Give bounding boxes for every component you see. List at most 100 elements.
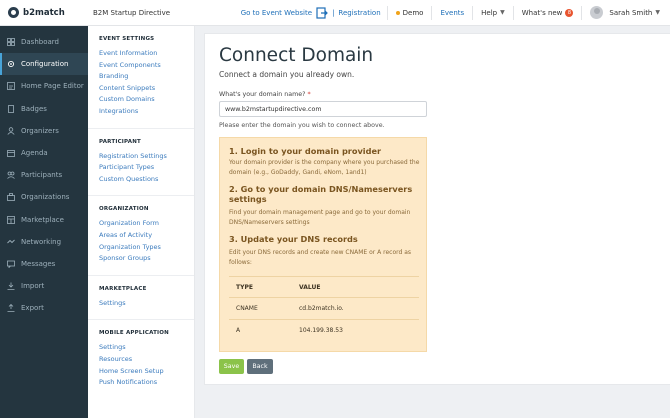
page-title: Connect Domain <box>219 45 374 66</box>
table-header-row: TYPE VALUE <box>229 276 419 298</box>
sidebar-item-networking[interactable]: Networking <box>0 231 88 253</box>
badge-icon <box>7 104 15 113</box>
help-label: Help <box>481 8 498 17</box>
dashboard-icon <box>7 38 15 46</box>
settings-link-mobile-settings[interactable]: Settings <box>99 342 194 354</box>
b2match-logo-icon <box>8 7 19 18</box>
sidebar-item-marketplace[interactable]: Marketplace <box>0 209 88 231</box>
settings-section-marketplace: MARKETPLACE Settings <box>88 274 194 310</box>
sidebar-item-dashboard[interactable]: Dashboard <box>0 31 88 53</box>
step-3-body: Edit your DNS records and create new CNA… <box>229 249 411 266</box>
sidebar-item-badges[interactable]: Badges <box>0 98 88 120</box>
demo-event-switch[interactable]: Demo <box>388 0 432 26</box>
organizers-icon <box>7 127 15 135</box>
sidebar-item-organizers[interactable]: Organizers <box>0 120 88 142</box>
settings-link-home-screen-setup[interactable]: Home Screen Setup <box>99 366 194 378</box>
event-name: B2M Startup Directive <box>93 8 171 17</box>
required-mark: * <box>307 91 311 98</box>
step-1-body: Your domain provider is the company wher… <box>229 159 420 176</box>
sidebar-item-label: Configuration <box>21 60 69 69</box>
settings-link-registration-settings[interactable]: Registration Settings <box>99 151 194 163</box>
settings-link-marketplace-settings[interactable]: Settings <box>99 298 194 310</box>
back-button[interactable]: Back <box>247 359 273 374</box>
settings-link-sponsor-groups[interactable]: Sponsor Groups <box>99 253 194 265</box>
settings-link-organization-types[interactable]: Organization Types <box>99 242 194 254</box>
sidebar-item-import[interactable]: Import <box>0 275 88 297</box>
sidebar-item-label: Dashboard <box>21 38 59 47</box>
step-2-title: 2. Go to your domain DNS/Nameservers set… <box>229 184 413 204</box>
settings-link-branding[interactable]: Branding <box>99 71 194 83</box>
settings-section-event: EVENT SETTINGS Event Information Event C… <box>88 26 194 118</box>
export-icon <box>7 304 15 313</box>
sidebar-item-label: Organizations <box>21 193 70 202</box>
brand-name: b2match <box>23 7 65 18</box>
record-type: A <box>229 318 299 341</box>
settings-link-organization-form[interactable]: Organization Form <box>99 218 194 230</box>
sidebar-item-agenda[interactable]: Agenda <box>0 142 88 164</box>
settings-link-areas-of-activity[interactable]: Areas of Activity <box>99 230 194 242</box>
go-to-event-label: Go to Event Website <box>240 8 313 17</box>
notification-badge: 8 <box>565 8 574 17</box>
sidebar-item-export[interactable]: Export <box>0 297 88 319</box>
section-title: MOBILE APPLICATION <box>99 330 169 337</box>
organizations-icon <box>7 193 15 202</box>
sidebar-item-participants[interactable]: Participants <box>0 164 88 186</box>
registration-label: Registration <box>338 8 381 17</box>
sidebar-item-label: Networking <box>21 237 62 246</box>
settings-link-participant-types[interactable]: Participant Types <box>99 162 194 174</box>
messages-icon <box>7 260 15 268</box>
chevron-down-icon: ▼ <box>500 9 505 16</box>
settings-link-custom-domains[interactable]: Custom Domains <box>99 94 194 106</box>
domain-input[interactable] <box>219 101 427 117</box>
import-icon <box>7 282 15 291</box>
settings-link-event-components[interactable]: Event Components <box>99 60 194 72</box>
user-menu[interactable]: Sarah Smith ▼ <box>582 0 670 26</box>
help-menu[interactable]: Help ▼ <box>473 0 513 26</box>
marketplace-icon <box>7 215 15 224</box>
domain-field-label-text: What's your domain name? <box>219 91 306 98</box>
dns-instructions-box: 1. Login to your domain provider Your do… <box>219 137 427 352</box>
page-subtitle: Connect a domain you already own. <box>219 70 355 79</box>
whats-new-button[interactable]: What's new 8 <box>514 0 582 26</box>
chevron-down-icon: ▼ <box>655 9 660 16</box>
settings-section-mobile: MOBILE APPLICATION Settings Resources Ho… <box>88 319 194 388</box>
settings-link-resources[interactable]: Resources <box>99 354 194 366</box>
events-link[interactable]: Events <box>432 0 472 26</box>
sidebar-item-messages[interactable]: Messages <box>0 253 88 275</box>
record-type: CNAME <box>229 297 299 319</box>
table-row: A 104.199.38.53 <box>229 318 419 341</box>
user-name: Sarah Smith <box>609 8 653 17</box>
domain-helper-text: Please enter the domain you wish to conn… <box>219 122 385 129</box>
dns-records-table: TYPE VALUE CNAME cd.b2match.io. A 104.19… <box>229 276 419 341</box>
sidebar-item-home-page-editor[interactable]: Home Page Editor <box>0 75 88 97</box>
settings-section-participant: PARTICIPANT Registration Settings Partic… <box>88 127 194 186</box>
settings-link-integrations[interactable]: Integrations <box>99 106 194 118</box>
sidebar-item-configuration[interactable]: Configuration <box>0 53 88 76</box>
settings-section-organization: ORGANIZATION Organization Form Areas of … <box>88 195 194 264</box>
main-sidebar: Dashboard Configuration Home Page Editor… <box>0 26 88 418</box>
external-link-icon <box>316 6 328 19</box>
section-title: MARKETPLACE <box>99 285 147 292</box>
whats-new-label: What's new <box>521 8 563 17</box>
settings-link-push-notifications[interactable]: Push Notifications <box>99 377 194 389</box>
section-title: ORGANIZATION <box>99 206 149 213</box>
sidebar-item-label: Import <box>21 282 45 291</box>
domain-field-label: What's your domain name? * <box>219 91 311 98</box>
sidebar-item-label: Export <box>21 304 44 313</box>
save-button[interactable]: Save <box>219 359 244 374</box>
go-to-event-link[interactable]: Go to Event Website | Registration <box>235 6 387 19</box>
avatar <box>590 6 604 19</box>
sidebar-item-label: Organizers <box>21 126 59 135</box>
settings-link-event-information[interactable]: Event Information <box>99 48 194 60</box>
section-title: PARTICIPANT <box>99 138 141 145</box>
settings-link-custom-questions[interactable]: Custom Questions <box>99 174 194 186</box>
step-2-body: Find your domain management page and go … <box>229 209 411 226</box>
table-row: CNAME cd.b2match.io. <box>229 297 419 319</box>
record-value: 104.199.38.53 <box>299 318 419 341</box>
brand-logo-link[interactable]: b2match <box>0 0 88 26</box>
participants-icon <box>7 171 15 180</box>
sidebar-item-organizations[interactable]: Organizations <box>0 186 88 208</box>
link-separator: | <box>332 8 335 17</box>
agenda-icon <box>7 149 15 157</box>
settings-link-content-snippets[interactable]: Content Snippets <box>99 83 194 95</box>
